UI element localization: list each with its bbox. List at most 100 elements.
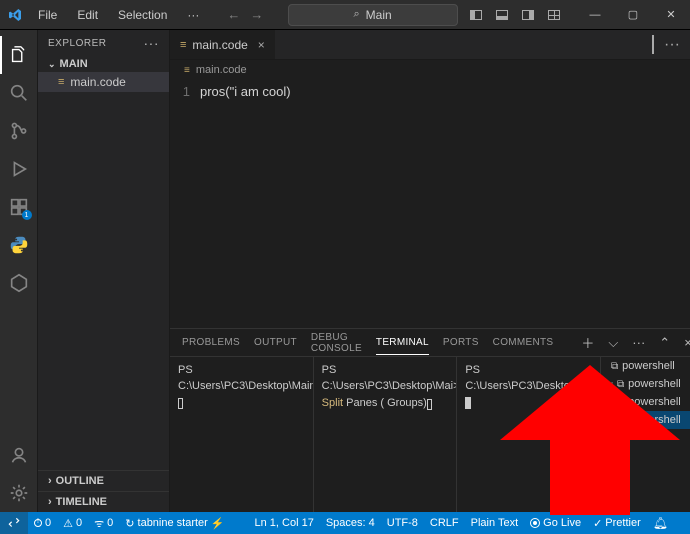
file-tree-item[interactable]: ≡ main.code [38, 72, 169, 92]
status-notifications[interactable]: 🔔︎ [647, 516, 674, 530]
nav-back-icon[interactable]: ← [227, 7, 240, 22]
file-icon: ≡ [180, 39, 186, 51]
panel-tab-ports[interactable]: PORTS [443, 331, 479, 354]
breadcrumb-file: main.code [196, 64, 247, 76]
terminal-dropdown-icon[interactable]: ⌵ [608, 335, 618, 351]
nav-forward-icon[interactable]: → [250, 7, 263, 22]
terminal-list: ⧉powershell┌⧉powershell├⧉powershell└⧉pow… [600, 357, 690, 512]
panel-tab-debug-console[interactable]: DEBUG CONSOLE [311, 326, 362, 360]
status-errors[interactable]: 0 [28, 517, 57, 529]
panel-more-icon[interactable]: ··· [632, 335, 645, 350]
settings-icon[interactable] [0, 474, 38, 512]
editor-content[interactable]: pros("i am cool) [200, 84, 291, 328]
line-number: 1 [170, 84, 190, 99]
status-cursor-position[interactable]: Ln 1, Col 17 [249, 517, 320, 529]
line-gutter: 1 [170, 84, 200, 328]
powershell-icon: ⧉ [617, 415, 624, 426]
layout-controls [466, 5, 564, 25]
more-actions-icon[interactable]: ··· [664, 36, 680, 54]
chevron-right-icon: › [48, 475, 52, 487]
remote-explorer-icon[interactable] [0, 264, 38, 302]
maximize-panel-icon[interactable]: ⌃ [659, 335, 670, 351]
menu-bar: File Edit Selection ··· [30, 4, 207, 26]
editor-tabs: ≡ main.code × ··· [170, 30, 690, 60]
sidebar-title: EXPLORER ··· [38, 30, 169, 56]
terminal-list-item[interactable]: ┌⧉powershell [601, 375, 690, 393]
toggle-sidebar-icon[interactable] [466, 5, 486, 25]
chevron-down-icon: ⌄ [48, 59, 56, 70]
menu-selection[interactable]: Selection [110, 4, 175, 26]
command-center-text: Main [366, 8, 392, 22]
status-eol[interactable]: CRLF [424, 517, 465, 529]
breadcrumb[interactable]: ≡ main.code [170, 60, 690, 80]
editor-tab[interactable]: ≡ main.code × [170, 30, 276, 59]
terminal-pane[interactable]: PS C:\Users\PC3\Desktop\Main> [457, 357, 600, 512]
sidebar-folder-name: MAIN [60, 58, 88, 70]
menu-edit[interactable]: Edit [69, 4, 106, 26]
status-indentation[interactable]: Spaces: 4 [320, 517, 381, 529]
broadcast-icon [530, 518, 540, 528]
terminal-pane[interactable]: PS C:\Users\PC3\Desktop\Mai> Split Panes… [314, 357, 458, 512]
new-terminal-icon[interactable]: ＋ [581, 333, 594, 352]
run-debug-icon[interactable] [0, 150, 38, 188]
status-prettier[interactable]: ✓Prettier [587, 517, 647, 530]
terminal-list-item[interactable]: ├⧉powershell [601, 393, 690, 411]
status-tabnine[interactable]: ↻tabnine starter⚡ [119, 517, 230, 530]
extensions-icon[interactable]: 1 [0, 188, 38, 226]
minimize-button[interactable]: — [576, 0, 614, 30]
command-center[interactable]: ⌕ Main [288, 4, 458, 26]
status-warnings[interactable]: ⚠0 [57, 517, 88, 530]
editor[interactable]: 1 pros("i am cool) [170, 80, 690, 328]
bottom-panel: PROBLEMS OUTPUT DEBUG CONSOLE TERMINAL P… [170, 328, 690, 512]
lightning-icon: ⚡ [211, 517, 225, 530]
powershell-icon: ⧉ [617, 379, 624, 390]
toggle-panel-icon[interactable] [492, 5, 512, 25]
file-icon: ≡ [184, 65, 190, 76]
panel-tab-output[interactable]: OUTPUT [254, 331, 297, 354]
chevron-right-icon: › [48, 496, 52, 508]
explorer-icon[interactable] [0, 36, 38, 74]
outline-label: OUTLINE [56, 475, 104, 487]
terminal-split-group: PS C:\Users\PC3\Desktop\Main> PS C:\User… [170, 357, 600, 512]
accounts-icon[interactable] [0, 436, 38, 474]
terminal-list-item[interactable]: ⧉powershell [601, 357, 690, 375]
status-language-mode[interactable]: Plain Text [465, 517, 525, 529]
source-control-icon[interactable] [0, 112, 38, 150]
sidebar-folder-header[interactable]: ⌄ MAIN [38, 56, 169, 72]
close-button[interactable]: ✕ [652, 0, 690, 30]
title-bar: File Edit Selection ··· ← → ⌕ Main — ▢ ✕ [0, 0, 690, 30]
status-go-live[interactable]: Go Live [524, 517, 587, 529]
close-panel-icon[interactable]: × [684, 335, 690, 350]
terminal-pane[interactable]: PS C:\Users\PC3\Desktop\Main> [170, 357, 314, 512]
activity-bar: 1 [0, 30, 38, 512]
menu-overflow[interactable]: ··· [179, 4, 207, 26]
antenna-icon: ᯤ [94, 516, 104, 531]
search-icon: ⌕ [354, 8, 360, 21]
remote-indicator[interactable] [0, 512, 28, 534]
terminal-list-item[interactable]: └⧉powershell [601, 411, 690, 429]
vscode-icon [0, 7, 30, 23]
search-icon[interactable] [0, 74, 38, 112]
panel-tabs: PROBLEMS OUTPUT DEBUG CONSOLE TERMINAL P… [170, 329, 690, 357]
status-encoding[interactable]: UTF-8 [381, 517, 424, 529]
status-port[interactable]: ᯤ0 [88, 516, 119, 531]
editor-actions: ··· [642, 30, 690, 59]
sidebar-more-icon[interactable]: ··· [144, 36, 160, 50]
editor-tab-label: main.code [192, 38, 247, 52]
panel-tab-comments[interactable]: COMMENTS [493, 331, 554, 354]
outline-section[interactable]: › OUTLINE [38, 470, 169, 491]
split-editor-icon[interactable] [652, 36, 654, 54]
customize-layout-icon[interactable] [544, 5, 564, 25]
file-icon: ≡ [58, 76, 64, 88]
maximize-button[interactable]: ▢ [614, 0, 652, 30]
status-bar: 0 ⚠0 ᯤ0 ↻tabnine starter⚡ Ln 1, Col 17 S… [0, 512, 690, 534]
close-tab-icon[interactable]: × [258, 38, 265, 52]
nav-history: ← → [227, 7, 263, 22]
toggle-secondary-sidebar-icon[interactable] [518, 5, 538, 25]
python-icon[interactable] [0, 226, 38, 264]
panel-tab-terminal[interactable]: TERMINAL [376, 331, 429, 355]
warning-icon: ⚠ [63, 517, 73, 530]
menu-file[interactable]: File [30, 4, 65, 26]
timeline-section[interactable]: › TIMELINE [38, 491, 169, 512]
panel-tab-problems[interactable]: PROBLEMS [182, 331, 240, 354]
